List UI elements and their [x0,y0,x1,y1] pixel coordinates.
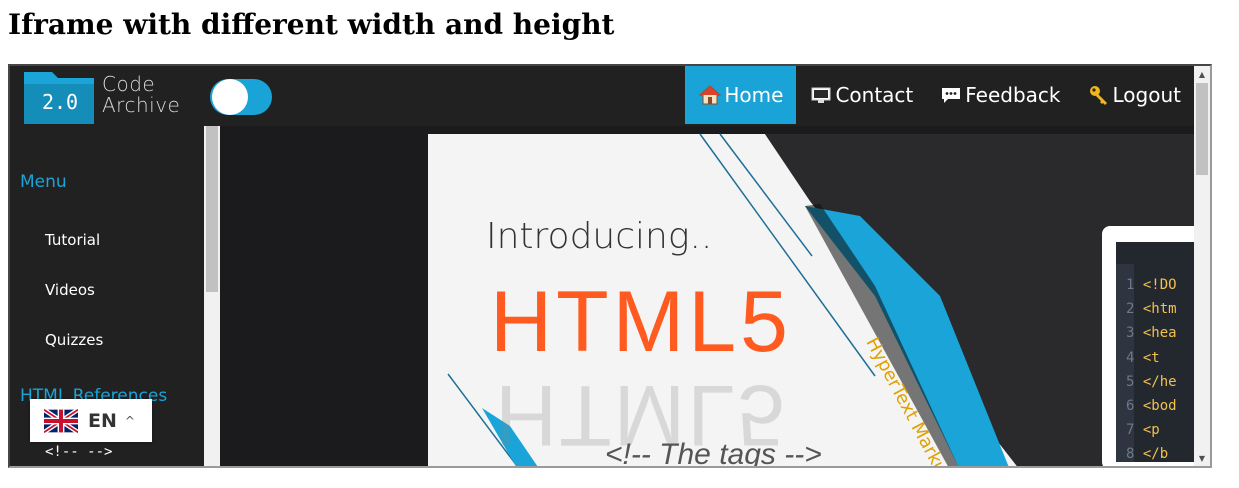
key-icon [1088,84,1110,106]
sidebar-heading-menu: Menu [20,172,67,192]
main-nav: Home Contact Feedback Logout [685,66,1194,124]
code-line: 5 </he [1126,373,1177,390]
code-line: 8 </b [1126,446,1169,463]
sidebar-item-quizzes[interactable]: Quizzes [45,331,103,349]
nav-logout[interactable]: Logout [1074,66,1194,124]
code-line: 1 <!DO [1126,277,1177,293]
nav-contact-label: Contact [835,83,914,107]
nav-home[interactable]: Home [685,66,797,124]
iframe-scrollbar[interactable]: ▲ ▼ [1194,66,1210,466]
sidebar-scrollbar[interactable] [204,126,220,466]
uk-flag-icon [44,408,78,433]
banner-tags-text: <!-- The tags --> [605,438,822,468]
toggle-knob [212,79,248,115]
code-line: 3 <hea [1126,325,1177,342]
code-line: 6 <bod [1126,398,1177,415]
banner-intro-text: Introducing.. [486,216,713,257]
iframe[interactable]: 2.0 Code Archive Home Contact Feedback L… [8,64,1212,468]
monitor-icon [810,84,832,106]
logo[interactable]: 2.0 [22,70,96,126]
code-line: 4 <t [1126,349,1160,366]
speech-bubble-icon [940,84,962,106]
nav-logout-label: Logout [1112,83,1181,107]
nav-feedback-label: Feedback [965,83,1061,107]
page-title: Iframe with different width and height [8,8,615,41]
logo-line-2: Archive [102,93,181,117]
code-line: 2 <htm [1126,301,1177,318]
sidebar-scroll-thumb[interactable] [206,126,218,292]
logo-text: Code Archive [102,74,180,116]
logo-line-1: Code [102,72,156,96]
sidebar-item-tutorial[interactable]: Tutorial [45,231,100,249]
nav-home-label: Home [724,83,784,107]
language-selector[interactable]: EN ^ [30,399,152,442]
nav-contact[interactable]: Contact [796,66,926,124]
language-code: EN [88,409,117,432]
scroll-up-arrow-icon[interactable]: ▲ [1194,66,1210,82]
scroll-down-arrow-icon[interactable]: ▼ [1194,450,1210,466]
home-icon [699,84,722,106]
sidebar-item-videos[interactable]: Videos [45,281,95,299]
hero-banner: HTML5 Introducing.. HTML5 <!-- The tags … [220,126,1194,468]
chevron-up-icon: ^ [124,413,135,428]
banner-html5-title: HTML5 [490,274,792,370]
theme-toggle[interactable] [210,79,272,115]
code-line: 7 <p [1126,422,1160,439]
nav-feedback[interactable]: Feedback [926,66,1073,124]
sidebar-item-comment[interactable]: <!-- --> [45,444,112,460]
logo-version: 2.0 [41,90,79,114]
iframe-scroll-thumb[interactable] [1196,83,1208,175]
code-editor-preview: 1 <!DO 2 <htm 3 <hea 4 <t 5 </he 6 <bod … [1126,273,1194,466]
site-header: 2.0 Code Archive Home Contact Feedback L… [10,66,1194,126]
